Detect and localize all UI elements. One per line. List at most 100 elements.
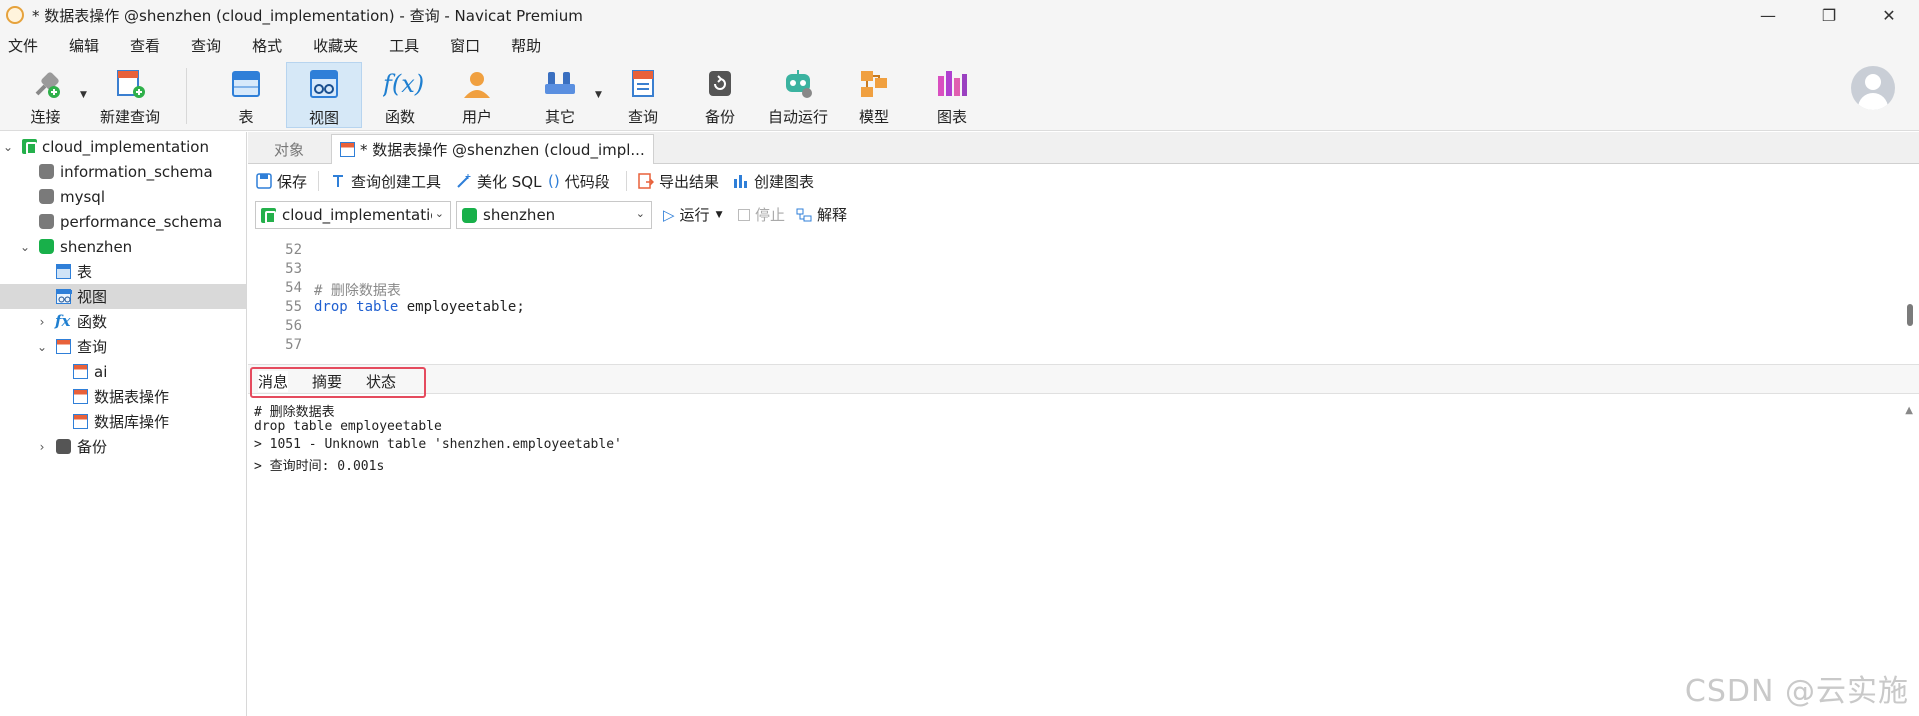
menu-file[interactable]: 文件 (8, 35, 38, 56)
database-select-value: shenzhen (483, 206, 556, 224)
tree-node-label: 函数 (77, 313, 108, 331)
menu-edit[interactable]: 编辑 (69, 35, 99, 56)
database-icon (39, 164, 54, 179)
chevron-down-icon[interactable]: ⌄ (19, 240, 31, 254)
export-results-button[interactable]: 导出结果 (638, 171, 719, 192)
tree-db-shenzhen[interactable]: ⌄ shenzhen (0, 234, 246, 259)
query-builder-button[interactable]: 查询创建工具 (330, 171, 441, 192)
auto-run-button[interactable]: 自动运行 (766, 62, 830, 128)
close-button[interactable]: ✕ (1866, 0, 1912, 30)
query-toolbar: 保存 查询创建工具 美化 SQL () 代码段 导出结果 创建图表 (248, 165, 1919, 197)
tree-db-label: performance_schema (60, 212, 223, 231)
new-query-label: 新建查询 (99, 108, 160, 126)
other-label: 其它 (544, 108, 575, 126)
model-button[interactable]: 模型 (854, 62, 894, 128)
chart-button[interactable]: 图表 (932, 62, 972, 128)
function-icon: fx (55, 312, 71, 330)
builder-icon (330, 173, 346, 189)
chevron-down-icon[interactable]: ⌄ (2, 140, 14, 154)
editor-scrollbar-thumb[interactable] (1907, 304, 1913, 326)
connect-button[interactable]: 连接 (18, 62, 73, 128)
database-select[interactable]: shenzhen ⌄ (456, 201, 652, 229)
tab-messages[interactable]: 消息 (258, 371, 289, 392)
maximize-button[interactable]: ❐ (1806, 0, 1852, 30)
tab-status[interactable]: 状态 (366, 371, 396, 392)
tools-icon (543, 68, 577, 100)
tab-strip: 对象 * 数据表操作 @shenzhen (cloud_impl... (248, 132, 1919, 164)
message-output: # 删除数据表 drop table employeetable > 1051 … (248, 399, 1900, 716)
connection-icon (22, 139, 37, 155)
chevron-down-icon[interactable]: ⌄ (36, 340, 48, 354)
save-button[interactable]: 保存 (256, 171, 307, 192)
tree-node-queries[interactable]: ⌄ 查询 (0, 334, 246, 359)
other-dropdown-caret[interactable]: ▼ (595, 90, 602, 100)
parentheses-icon: () (548, 172, 560, 190)
tree-db-label: information_schema (60, 162, 213, 181)
function-button[interactable]: f(x) 函数 (380, 62, 424, 128)
tree-node-functions[interactable]: › fx 函数 (0, 309, 246, 334)
tree-query-ai[interactable]: ai (0, 359, 246, 384)
window-title: * 数据表操作 @shenzhen (cloud_implementation)… (32, 6, 583, 25)
menu-format[interactable]: 格式 (252, 35, 282, 56)
function-label: 函数 (384, 108, 415, 126)
sql-editor[interactable]: 52 53 54 55 56 57 # 删除数据表 drop table emp… (248, 240, 1900, 362)
stop-button[interactable]: 停止 (738, 204, 785, 225)
tree-query-db-ops[interactable]: 数据库操作 (0, 409, 246, 434)
menu-window[interactable]: 窗口 (450, 35, 480, 56)
user-button[interactable]: 用户 (457, 62, 497, 128)
new-query-button[interactable]: 新建查询 (95, 62, 165, 128)
tree-db-information-schema[interactable]: information_schema (0, 159, 246, 184)
chevron-right-icon[interactable]: › (36, 315, 48, 329)
explain-button[interactable]: 解释 (796, 204, 847, 225)
run-dropdown-caret[interactable]: ▼ (716, 210, 723, 220)
tree-db-performance-schema[interactable]: performance_schema (0, 209, 246, 234)
view-button[interactable]: 视图 (286, 62, 362, 128)
tab-query-editor[interactable]: * 数据表操作 @shenzhen (cloud_impl... (331, 134, 654, 164)
code-snippet-button[interactable]: () 代码段 (548, 171, 610, 192)
stop-label: 停止 (755, 206, 786, 224)
tree-node-tables[interactable]: 表 (0, 259, 246, 284)
menu-query[interactable]: 查询 (191, 35, 221, 56)
query-icon (73, 389, 88, 404)
run-button[interactable]: ▷ 运行 ▼ (663, 204, 722, 225)
model-icon (857, 68, 891, 100)
chart-label: 图表 (936, 108, 967, 126)
explain-label: 解释 (817, 206, 848, 224)
menu-tools[interactable]: 工具 (389, 35, 419, 56)
beautify-sql-button[interactable]: 美化 SQL (456, 171, 541, 192)
function-icon: f(x) (381, 68, 424, 100)
line-number: 55 (285, 299, 302, 315)
menu-help[interactable]: 帮助 (511, 35, 541, 56)
tree-connection[interactable]: ⌄ cloud_implementation (0, 134, 246, 159)
scroll-up-arrow-icon[interactable]: ▲ (1905, 405, 1913, 416)
minimize-button[interactable]: — (1745, 0, 1791, 30)
tab-summary[interactable]: 摘要 (312, 371, 342, 392)
connection-select[interactable]: cloud_implementation ⌄ (255, 201, 451, 229)
other-button[interactable]: 其它 (540, 62, 580, 128)
tab-objects[interactable]: 对象 (262, 134, 316, 164)
output-line: # 删除数据表 (254, 405, 335, 420)
menu-favorites[interactable]: 收藏夹 (313, 35, 358, 56)
chevron-right-icon[interactable]: › (36, 440, 48, 454)
model-label: 模型 (858, 108, 889, 126)
create-chart-button[interactable]: 创建图表 (733, 171, 814, 192)
backup-icon (56, 439, 71, 454)
connect-dropdown-caret[interactable]: ▼ (80, 90, 87, 100)
table-button[interactable]: 表 (226, 62, 266, 128)
database-icon (39, 239, 54, 254)
chart-icon (733, 173, 749, 189)
tree-node-backups[interactable]: › 备份 (0, 434, 246, 459)
backup-button[interactable]: 备份 (700, 62, 740, 128)
tree-query-table-ops[interactable]: 数据表操作 (0, 384, 246, 409)
beautify-label: 美化 SQL (477, 172, 542, 191)
user-avatar[interactable] (1851, 66, 1895, 110)
query-button[interactable]: 查询 (623, 62, 663, 128)
view-icon (307, 69, 341, 101)
tree-db-mysql[interactable]: mysql (0, 184, 246, 209)
tree-node-views[interactable]: 视图 (0, 284, 246, 309)
menu-view[interactable]: 查看 (130, 35, 160, 56)
snippet-label: 代码段 (564, 172, 610, 191)
explain-icon (796, 207, 812, 223)
tree-node-label: 表 (77, 263, 93, 281)
output-line: > 1051 - Unknown table 'shenzhen.employe… (254, 437, 622, 452)
